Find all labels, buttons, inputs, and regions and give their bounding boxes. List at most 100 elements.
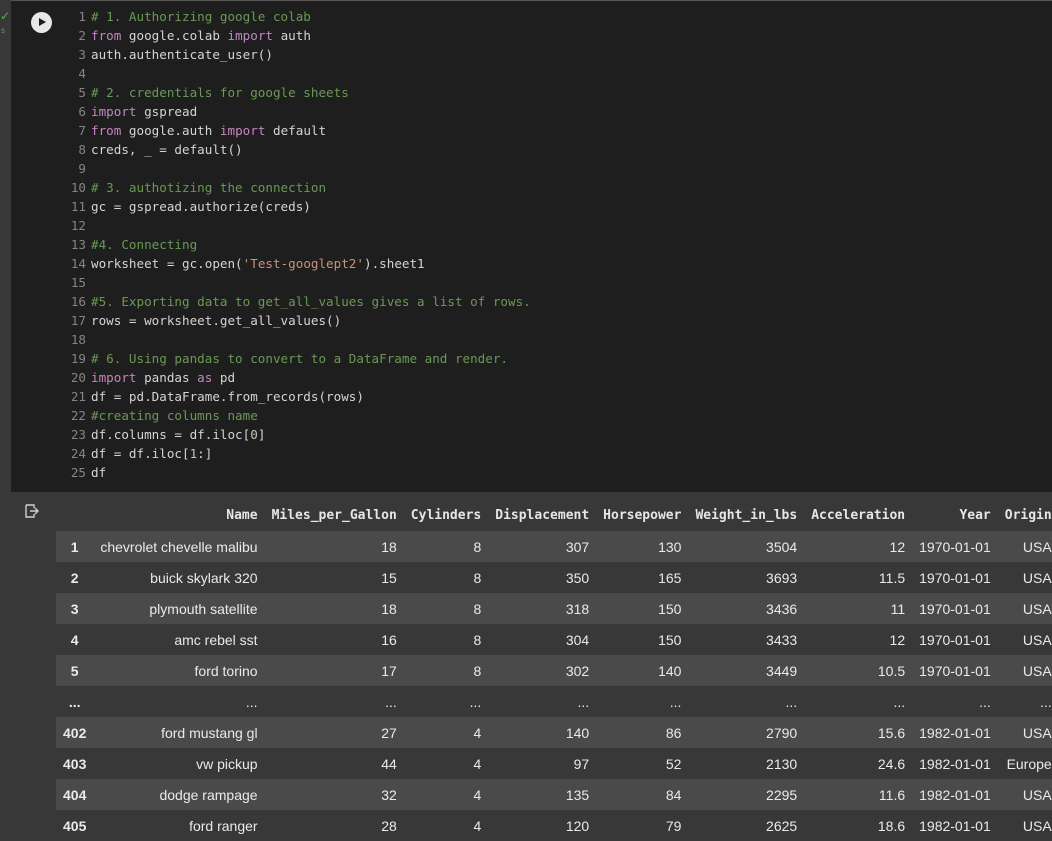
table-cell: 8	[473, 538, 482, 555]
code-token: # 6. Using pandas to convert to a DataFr…	[91, 351, 509, 366]
table-cell: 302	[565, 662, 590, 679]
table-cell: 10.5	[877, 662, 906, 679]
table-cell: chevrolet chevelle malibu	[100, 538, 258, 555]
table-cell: 307	[565, 538, 590, 555]
table-cell: 11.5	[878, 569, 906, 586]
line-number: 15	[70, 275, 86, 290]
line-number: 25	[70, 465, 86, 480]
column-header	[56, 500, 93, 531]
code-token: df.columns = df.iloc[	[91, 427, 251, 442]
table-row: 404 dodge rampage 32 4 135 84 2295 11.6 1982-01-…	[56, 779, 1052, 810]
code-token: # 3. authotizing the connection	[91, 180, 327, 195]
code-line: 12	[69, 216, 531, 235]
code-token: :]	[197, 446, 213, 461]
column-header: Displacement	[495, 508, 590, 523]
run-cell-button[interactable]	[31, 12, 52, 33]
table-cell: ...	[577, 693, 590, 710]
line-number: 7	[78, 123, 86, 138]
row-index: 404	[63, 786, 87, 803]
code-token: from	[91, 123, 122, 138]
code-line: 25 df	[69, 463, 531, 482]
code-token: as	[197, 370, 213, 385]
code-line: 11 gc = gspread.authorize(creds)	[69, 197, 531, 216]
table-cell: 2295	[766, 786, 798, 803]
row-index: 2	[70, 569, 79, 586]
line-number: 1	[78, 9, 86, 24]
table-cell: 3504	[766, 538, 798, 555]
code-line: 3 auth.authenticate_user()	[69, 45, 531, 64]
table-cell: Europe	[1006, 755, 1052, 772]
code-cell[interactable]: 1 # 1. Authorizing google colab 2 from goog…	[11, 0, 1052, 493]
table-cell: dodge rampage	[159, 786, 258, 803]
table-cell: 16	[381, 631, 397, 648]
table-header-row: Name Miles_per_Gallon Cylinders Displacemen…	[56, 500, 1052, 531]
code-token: #4. Connecting	[91, 237, 198, 252]
line-number: 3	[78, 47, 86, 62]
table-cell: USA	[1022, 786, 1052, 803]
code-token: # 1. Authorizing google colab	[91, 9, 311, 24]
row-index: 403	[63, 755, 87, 772]
table-cell: 79	[665, 817, 682, 834]
table-cell: 4	[473, 786, 482, 803]
code-token: google.colab	[121, 28, 228, 43]
code-token: gspread	[136, 104, 198, 119]
code-token: ]	[257, 427, 266, 442]
code-token: import	[227, 28, 274, 43]
line-number: 18	[70, 332, 86, 347]
table-cell: 135	[565, 786, 590, 803]
table-cell: 4	[473, 817, 482, 834]
line-number: 2	[78, 28, 86, 43]
table-row: 2 buick skylark 320 15 8 350 165 3693 11.5 1970-…	[56, 562, 1052, 593]
code-line: 1 # 1. Authorizing google colab	[69, 7, 531, 26]
line-number: 9	[78, 161, 86, 176]
table-cell: 140	[658, 662, 682, 679]
table-cell: vw pickup	[196, 755, 258, 772]
table-cell: plymouth satellite	[149, 600, 258, 617]
line-number: 4	[78, 66, 86, 81]
line-number: 20	[70, 370, 86, 385]
table-cell: 27	[381, 724, 397, 741]
code-line: 13 #4. Connecting	[69, 235, 531, 254]
table-cell: 24.6	[877, 755, 906, 772]
line-number: 10	[70, 180, 86, 195]
table-row: 3 plymouth satellite 18 8 318 150 3436 11 1970-0…	[56, 593, 1052, 624]
code-token: ).sheet1	[363, 256, 425, 271]
table-cell: 8	[473, 569, 482, 586]
table-cell: ...	[979, 693, 991, 710]
table-cell: 165	[658, 569, 682, 586]
code-line: 6 import gspread	[69, 102, 531, 121]
code-token: #5. Exporting data to get_all_values giv…	[91, 294, 531, 309]
table-cell: ...	[893, 693, 906, 710]
code-token: from	[91, 28, 122, 43]
line-number: 5	[78, 85, 86, 100]
left-rail: ✓ s	[0, 0, 11, 834]
code-editor[interactable]: 1 # 1. Authorizing google colab 2 from goog…	[69, 7, 531, 482]
table-cell: 97	[573, 755, 590, 772]
output-redirect-icon[interactable]	[23, 503, 39, 519]
code-line: 23 df.columns = df.iloc[0]	[69, 425, 531, 444]
code-line: 24 df = df.iloc[1:]	[69, 444, 531, 463]
table-cell: USA	[1022, 631, 1052, 648]
code-token: df = df.iloc[	[91, 446, 190, 461]
table-cell: 3449	[766, 662, 798, 679]
table-cell: 1982-01-01	[919, 724, 991, 741]
table-cell: USA	[1022, 662, 1052, 679]
table-cell: 44	[381, 755, 397, 772]
table-cell: 1970-01-01	[919, 662, 991, 679]
code-line: 15	[69, 273, 531, 292]
table-cell: ...	[669, 693, 682, 710]
column-header: Miles_per_Gallon	[271, 508, 397, 523]
column-header: Origin	[1004, 508, 1052, 523]
table-cell: 1970-01-01	[919, 600, 991, 617]
table-cell: 3693	[766, 569, 798, 586]
column-header: Horsepower	[603, 508, 682, 523]
table-cell: amc rebel sst	[174, 631, 258, 648]
table-cell: ...	[385, 693, 397, 710]
code-line: 10 # 3. authotizing the connection	[69, 178, 531, 197]
line-number: 14	[70, 256, 86, 271]
code-token: gc = gspread.authorize(creds)	[91, 199, 311, 214]
row-index: 405	[63, 817, 87, 834]
table-cell: 17	[381, 662, 397, 679]
code-token: df	[91, 465, 107, 480]
code-line: 17 rows = worksheet.get_all_values()	[69, 311, 531, 330]
